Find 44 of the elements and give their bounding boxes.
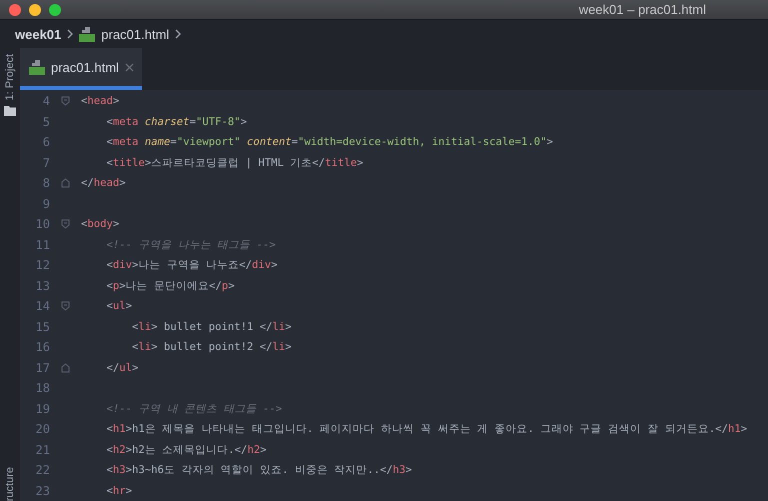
- code-line: </head>: [81, 177, 126, 190]
- breadcrumb-item[interactable]: week01: [15, 26, 62, 42]
- line-number: 5: [42, 114, 50, 129]
- line-number: 15: [34, 320, 50, 334]
- line-number: 13: [34, 278, 50, 293]
- line-number: 18: [34, 381, 50, 396]
- code-line: <!-- 구역을 나누는 태그들 -->: [106, 238, 276, 252]
- code-line: <li> bullet point!2 </li>: [131, 341, 292, 354]
- code-line: <body>: [81, 218, 120, 230]
- line-number: 9: [42, 196, 50, 211]
- line-number: 10: [34, 217, 50, 232]
- editor-tab[interactable]: prac01.html: [20, 48, 142, 90]
- code-line: <meta name="viewport" content="width=device-width, initial-scale=1.0">: [106, 136, 554, 148]
- code-line: <ul>: [106, 300, 132, 312]
- code-line: <li> bullet point!1 </li>: [131, 320, 292, 333]
- line-number: 11: [34, 238, 50, 252]
- line-number: 21: [34, 442, 50, 457]
- breadcrumb-item[interactable]: prac01.html: [101, 26, 170, 42]
- line-number: 8: [42, 176, 50, 190]
- line-number: 14: [34, 299, 50, 314]
- line-number: 22: [34, 463, 50, 478]
- code-line: <meta charset="UTF-8">: [106, 116, 247, 128]
- code-line: </ul>: [106, 362, 138, 374]
- line-number: 17: [34, 360, 50, 375]
- line-number: 4: [42, 94, 50, 108]
- line-number: 16: [34, 340, 50, 354]
- code-line: <head>: [81, 95, 120, 108]
- code-line: <p>나는 문단이에요</p>: [106, 278, 235, 293]
- code-line: <h3>h3~h6도 각자의 역할이 있죠. 비중은 작지만..</h3>: [106, 463, 412, 478]
- window-title: week01 – prac01.html: [578, 2, 706, 17]
- project-tool-tab[interactable]: 1: Project: [4, 54, 16, 100]
- line-number: 6: [42, 135, 50, 150]
- code-line: <div>나는 구역을 나누죠</div>: [106, 258, 278, 272]
- line-number: 20: [34, 422, 50, 436]
- code-line: <!-- 구역 내 콘텐츠 태그들 -->: [106, 402, 282, 416]
- code-line: <h1>h1은 제목을 나타내는 태그입니다. 페이지마다 하나씩 꼭 써주는 게 좋아요. 그래야 구글 검색이 잘 되거든요.</h1>: [106, 422, 748, 436]
- line-number: 19: [34, 402, 50, 416]
- line-number: 7: [42, 156, 50, 170]
- structure-tool-tab[interactable]: ructure: [4, 466, 16, 501]
- code-line: <h2>h2는 소제목입니다.</h2>: [106, 442, 266, 457]
- code-line: <title>스파르타코딩클럽 | HTML 기초</title>: [106, 156, 364, 170]
- line-number: 12: [34, 258, 50, 272]
- code-line: <hr>: [106, 484, 132, 497]
- line-number: 23: [34, 484, 50, 498]
